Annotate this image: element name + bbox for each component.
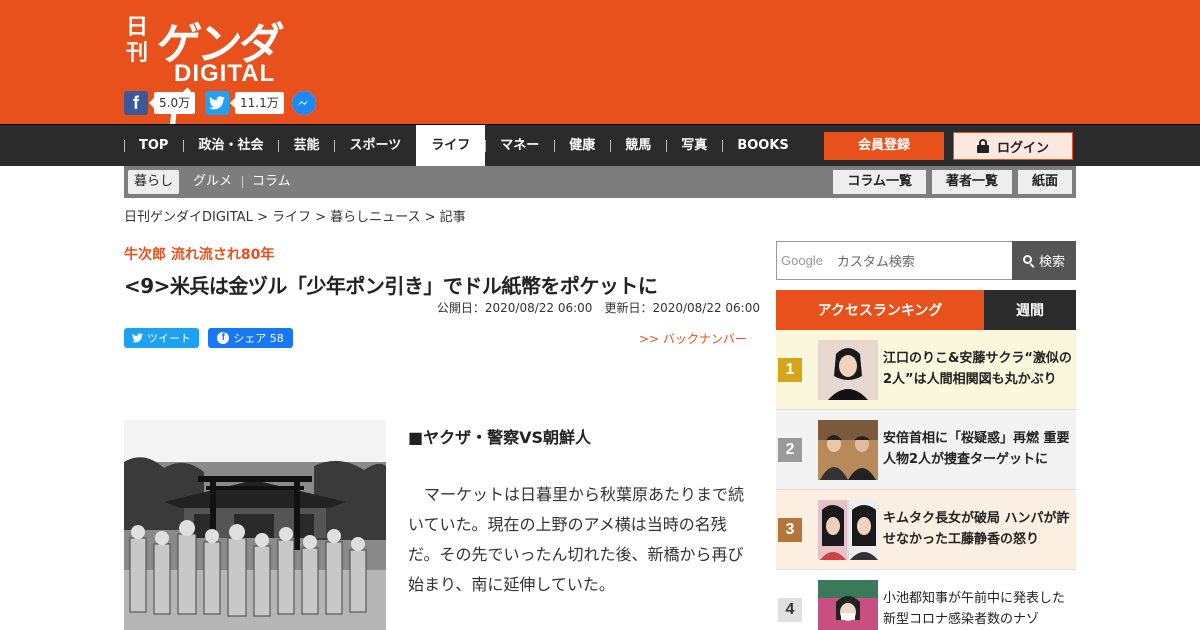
facebook-share-button[interactable]: f シェア 58: [208, 328, 293, 348]
tab-weekly[interactable]: 週間: [984, 290, 1076, 330]
author-list-button[interactable]: 著者一覧: [931, 170, 1012, 194]
ranking-item[interactable]: 1 江口のりこ&安藤サクラ“激似の2人”は人間相関図も丸かぶり: [776, 330, 1076, 410]
tweet-label: ツイート: [147, 332, 191, 345]
sub-nav-buttons: コラム一覧 著者一覧 紙面: [833, 170, 1072, 194]
nav-item-politics[interactable]: 政治・社会: [183, 125, 278, 167]
ranking-list: 1 江口のりこ&安藤サクラ“激似の2人”は人間相関図も丸かぶり 2 安倍首相に「…: [776, 330, 1076, 630]
article-subheading: ■ヤクザ・警察VS朝鮮人: [408, 428, 592, 447]
nav-item-keiba[interactable]: 競馬: [610, 125, 666, 167]
twitter-icon: [205, 91, 229, 115]
ranking-thumbnail: [818, 420, 878, 480]
messenger-share[interactable]: [292, 90, 316, 116]
series-title[interactable]: 牛次郎 流れ流され80年: [124, 244, 274, 264]
twitter-count: 11.1万: [230, 92, 284, 114]
ranking-headline: キムタク長女が破局 ハンパが許せなかった工藤静香の怒り: [883, 511, 1070, 547]
google-brand: Google: [781, 253, 823, 268]
twitter-follow[interactable]: 11.1万: [205, 90, 284, 116]
facebook-f-icon: f: [217, 332, 230, 344]
article-dates: 公開日：2020/08/22 06:00 更新日：2020/08/22 06:00: [437, 299, 760, 316]
search-icon: [1022, 254, 1035, 267]
ranking-item[interactable]: 4 小池都知事が午前中に発表した新型コロナ感染者数のナゾ: [776, 570, 1076, 630]
sub-item-kurashi[interactable]: 暮らし: [128, 170, 180, 194]
sub-item-gourmet[interactable]: グルメ: [183, 170, 242, 194]
messenger-icon: [292, 91, 316, 115]
sub-nav-categories: 暮らし グルメ コラム: [128, 170, 301, 194]
logo-digital: DIGITAL: [174, 60, 276, 87]
rank-number: 1: [778, 358, 802, 382]
search-input[interactable]: Google カスタム検索: [776, 241, 1012, 280]
article-title: <9>米兵は金ヅル「少年ポン引き」でドル紙幣をポケットに: [124, 274, 658, 298]
login-label: ログイン: [996, 140, 1049, 156]
ranking-thumbnail: [818, 500, 878, 560]
twitter-bird-icon: [132, 333, 143, 343]
register-button[interactable]: 会員登録: [824, 132, 944, 160]
published-date: 公開日：2020/08/22 06:00: [436, 301, 593, 315]
logo-nikkan: 日刊: [126, 14, 149, 66]
updated-date: 更新日：2020/08/22 06:00: [604, 301, 760, 315]
login-button[interactable]: ログイン: [953, 132, 1073, 160]
paper-button[interactable]: 紙面: [1017, 170, 1072, 194]
sub-nav: 暮らし グルメ コラム コラム一覧 著者一覧 紙面: [124, 166, 1076, 198]
tweet-button[interactable]: ツイート: [124, 328, 199, 348]
share-label: シェア 58: [233, 332, 284, 345]
nav-item-entertainment[interactable]: 芸能: [278, 125, 334, 167]
nav-item-books[interactable]: BOOKS: [722, 125, 803, 167]
search-button-label: 検索: [1038, 255, 1065, 270]
nav-item-life[interactable]: ライフ: [416, 125, 486, 167]
rank-number: 4: [778, 598, 802, 622]
site-logo[interactable]: 日刊 ゲンダイ DIGITAL: [124, 10, 304, 134]
nav-item-money[interactable]: マネー: [485, 125, 554, 167]
article-photo[interactable]: [124, 420, 386, 630]
site-search: Google カスタム検索 検索: [776, 241, 1076, 280]
nav-items: TOP 政治・社会 芸能 スポーツ ライフ マネー 健康 競馬 写真 BOOKS: [124, 125, 804, 167]
ranking-headline: 安倍首相に「桜疑惑」再燃 重要人物2人が捜査ターゲットに: [883, 431, 1070, 467]
sub-item-column[interactable]: コラム: [242, 170, 301, 194]
ranking-headline: 小池都知事が午前中に発表した新型コロナ感染者数のナゾ: [883, 591, 1066, 627]
tab-access-ranking[interactable]: アクセスランキング: [776, 290, 984, 336]
ranking-headline: 江口のりこ&安藤サクラ“激似の2人”は人間相関図も丸かぶり: [883, 351, 1072, 387]
ranking-item[interactable]: 2 安倍首相に「桜疑惑」再燃 重要人物2人が捜査ターゲットに: [776, 410, 1076, 490]
ranking-tabs: アクセスランキング 週間: [776, 290, 1076, 336]
search-placeholder: カスタム検索: [836, 255, 915, 270]
nav-item-top[interactable]: TOP: [124, 125, 183, 167]
rank-number: 2: [778, 438, 802, 462]
ranking-thumbnail: [818, 340, 878, 400]
backnumber-link[interactable]: >> バックナンバー: [639, 330, 747, 347]
column-list-button[interactable]: コラム一覧: [833, 170, 926, 194]
breadcrumb[interactable]: 日刊ゲンダイDIGITAL > ライフ > 暮らしニュース > 記事: [124, 206, 466, 225]
site-header: 日刊 ゲンダイ DIGITAL f 5.0万 11.1万: [0, 0, 1200, 134]
ranking-thumbnail: [818, 580, 878, 630]
nav-item-photo[interactable]: 写真: [666, 125, 722, 167]
main-nav: TOP 政治・社会 芸能 スポーツ ライフ マネー 健康 競馬 写真 BOOKS…: [0, 124, 1200, 167]
facebook-count: 5.0万: [148, 92, 196, 114]
article-body: マーケットは日暮里から秋葉原あたりまで続いていた。現在の上野のアメ横は当時の名残…: [408, 485, 745, 594]
nav-item-health[interactable]: 健康: [554, 125, 610, 167]
ranking-item[interactable]: 3 キムタク長女が破局 ハンパが許せなかった工藤静香の怒り: [776, 490, 1076, 570]
lock-icon: [976, 139, 989, 153]
search-button[interactable]: 検索: [1012, 241, 1076, 280]
facebook-follow[interactable]: f 5.0万: [124, 90, 196, 116]
facebook-icon: f: [124, 91, 148, 115]
rank-number: 3: [778, 518, 802, 542]
nav-item-sports[interactable]: スポーツ: [334, 125, 416, 167]
